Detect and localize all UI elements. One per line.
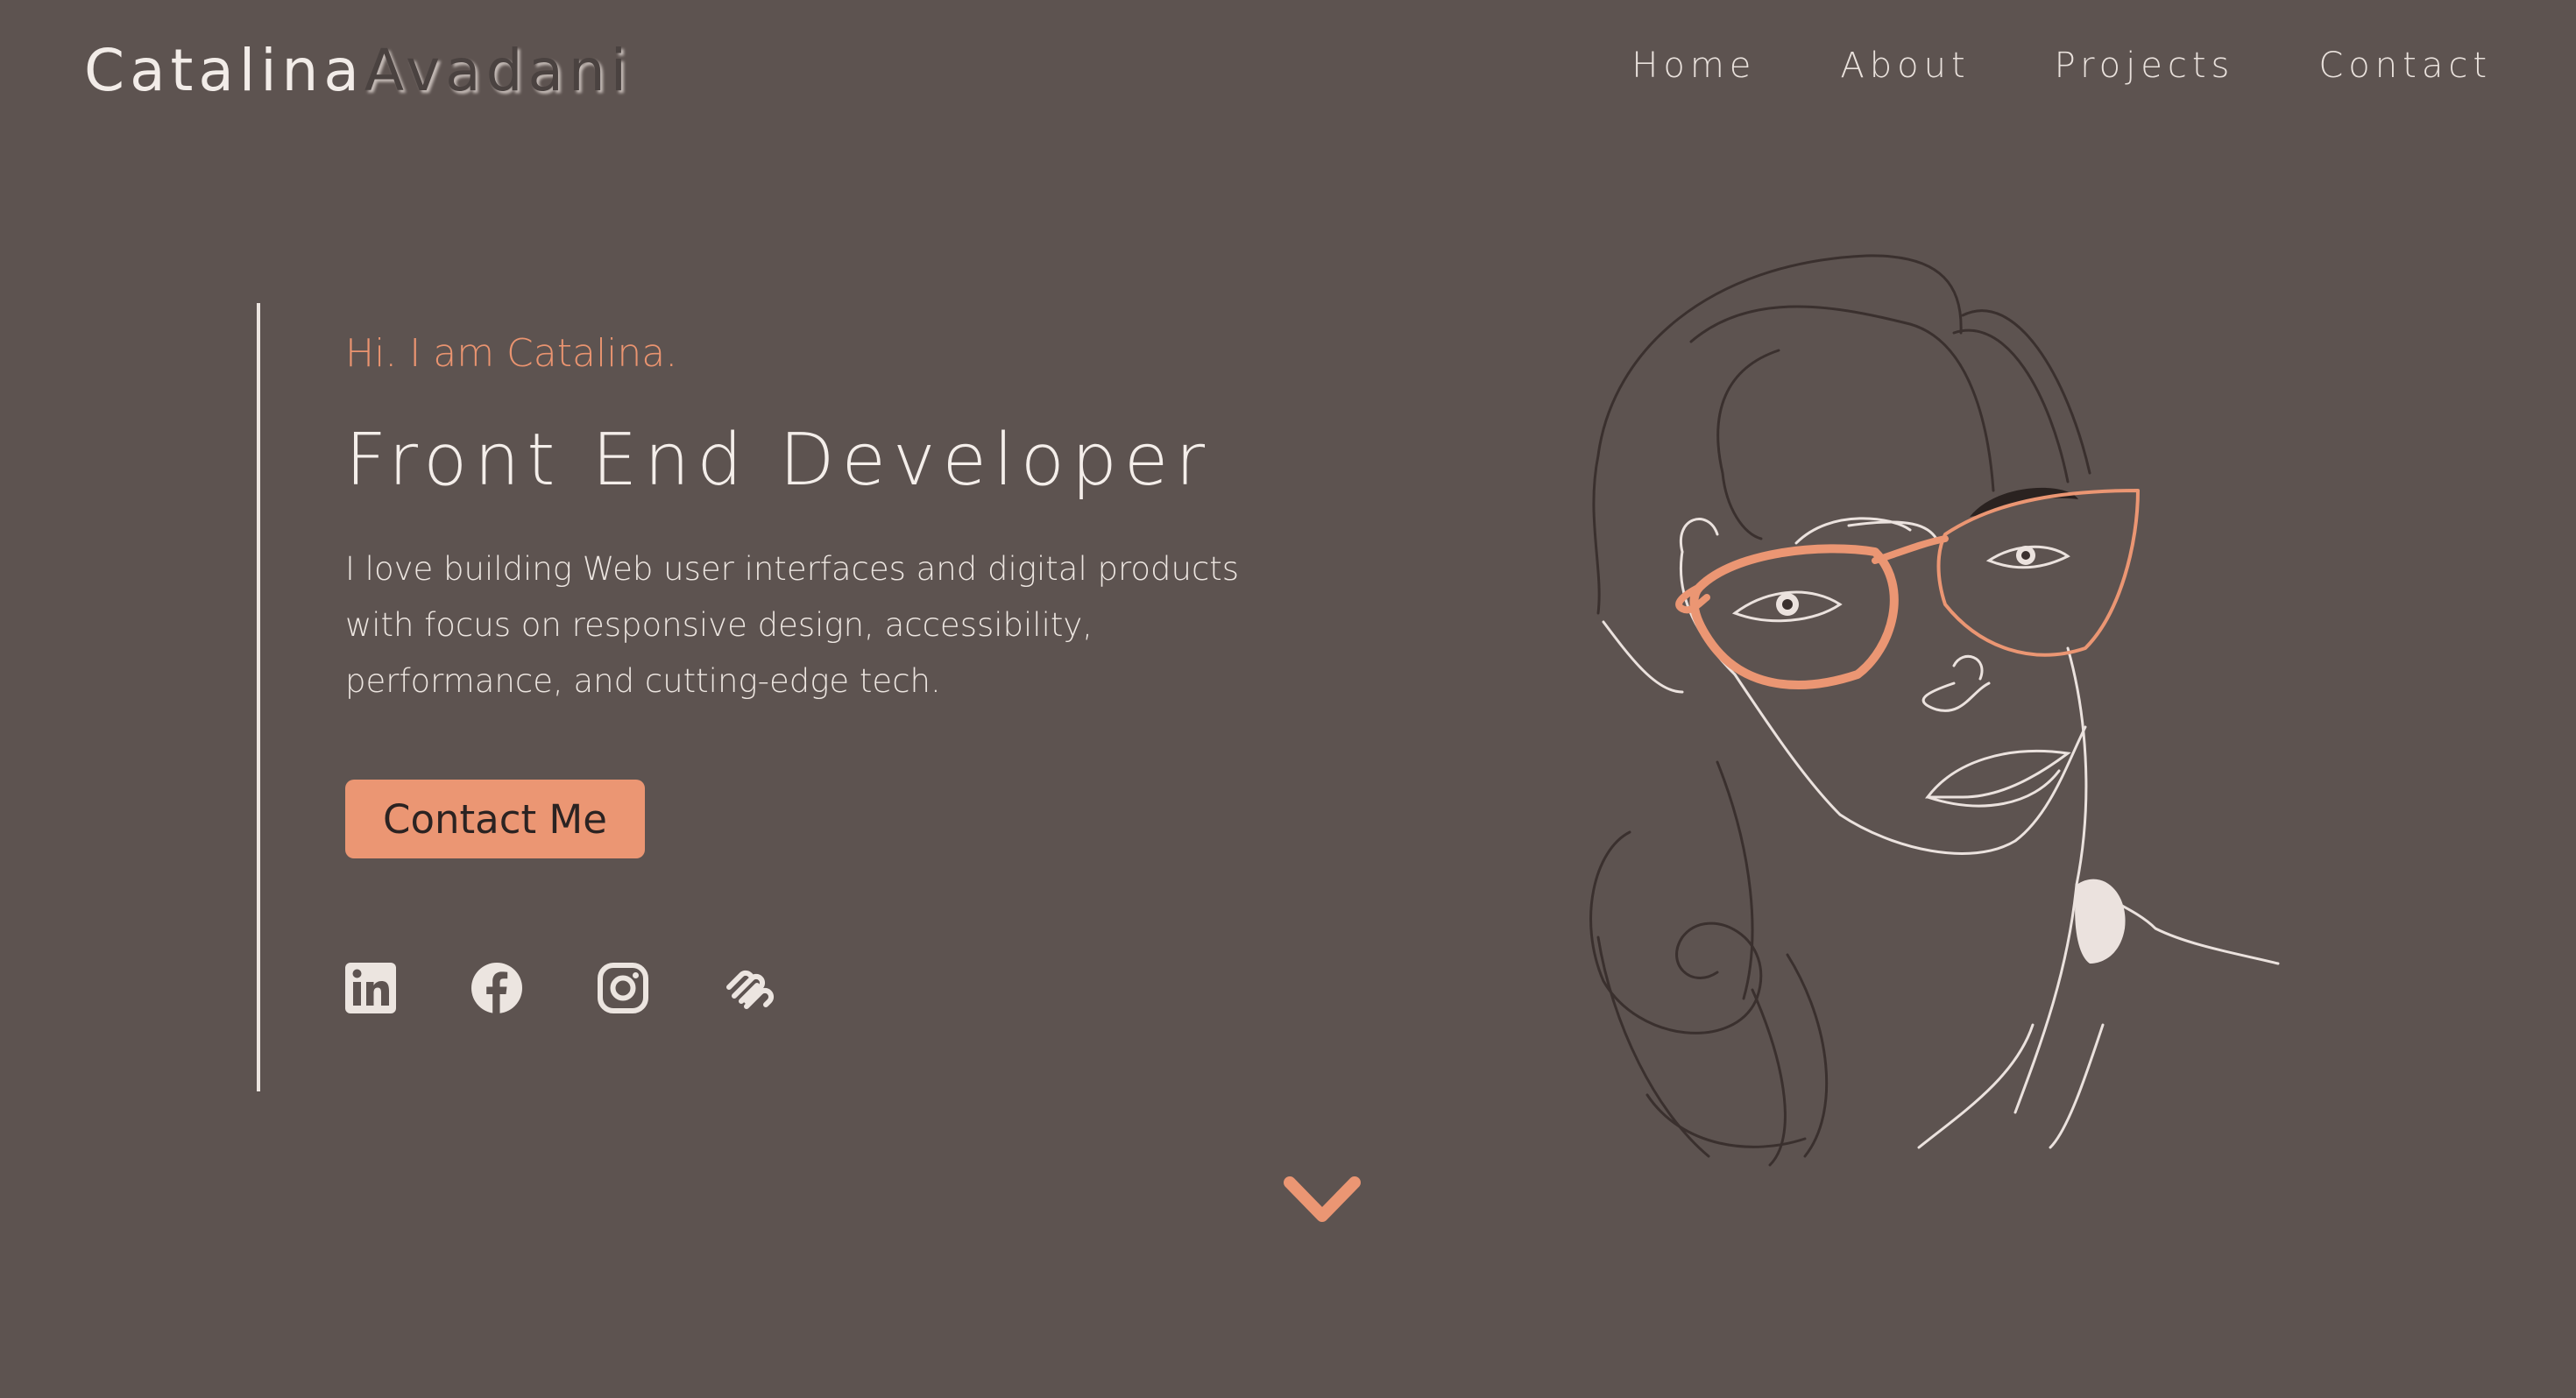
logo-first-name: Catalina (84, 37, 364, 104)
hero-description: I love building Web user interfaces and … (345, 550, 1240, 700)
instagram-icon[interactable] (596, 961, 650, 1015)
site-logo[interactable]: CatalinaAvadani (84, 37, 632, 104)
nav-about[interactable]: About (1840, 46, 1970, 86)
nav-home[interactable]: Home (1631, 46, 1756, 86)
logo-last-name: Avadani (364, 37, 633, 104)
nav-projects[interactable]: Projects (2055, 46, 2235, 86)
facebook-icon[interactable] (470, 961, 524, 1015)
contact-me-button[interactable]: Contact Me (345, 780, 645, 858)
hero-divider (257, 303, 260, 1091)
page: CatalinaAvadani Home About Projects Cont… (0, 0, 2576, 1398)
linkedin-icon[interactable] (343, 961, 398, 1015)
squarespace-icon[interactable] (722, 961, 776, 1015)
hero-greeting: Hi. I am Catalina. (345, 331, 678, 376)
chevron-down-icon[interactable] (1281, 1172, 1363, 1228)
social-links (343, 961, 776, 1015)
portrait-illustration (1589, 254, 2280, 1167)
hero-title: Front End Developer (345, 419, 1213, 502)
nav-contact[interactable]: Contact (2318, 46, 2492, 86)
main-nav: Home About Projects Contact (1631, 46, 2492, 86)
